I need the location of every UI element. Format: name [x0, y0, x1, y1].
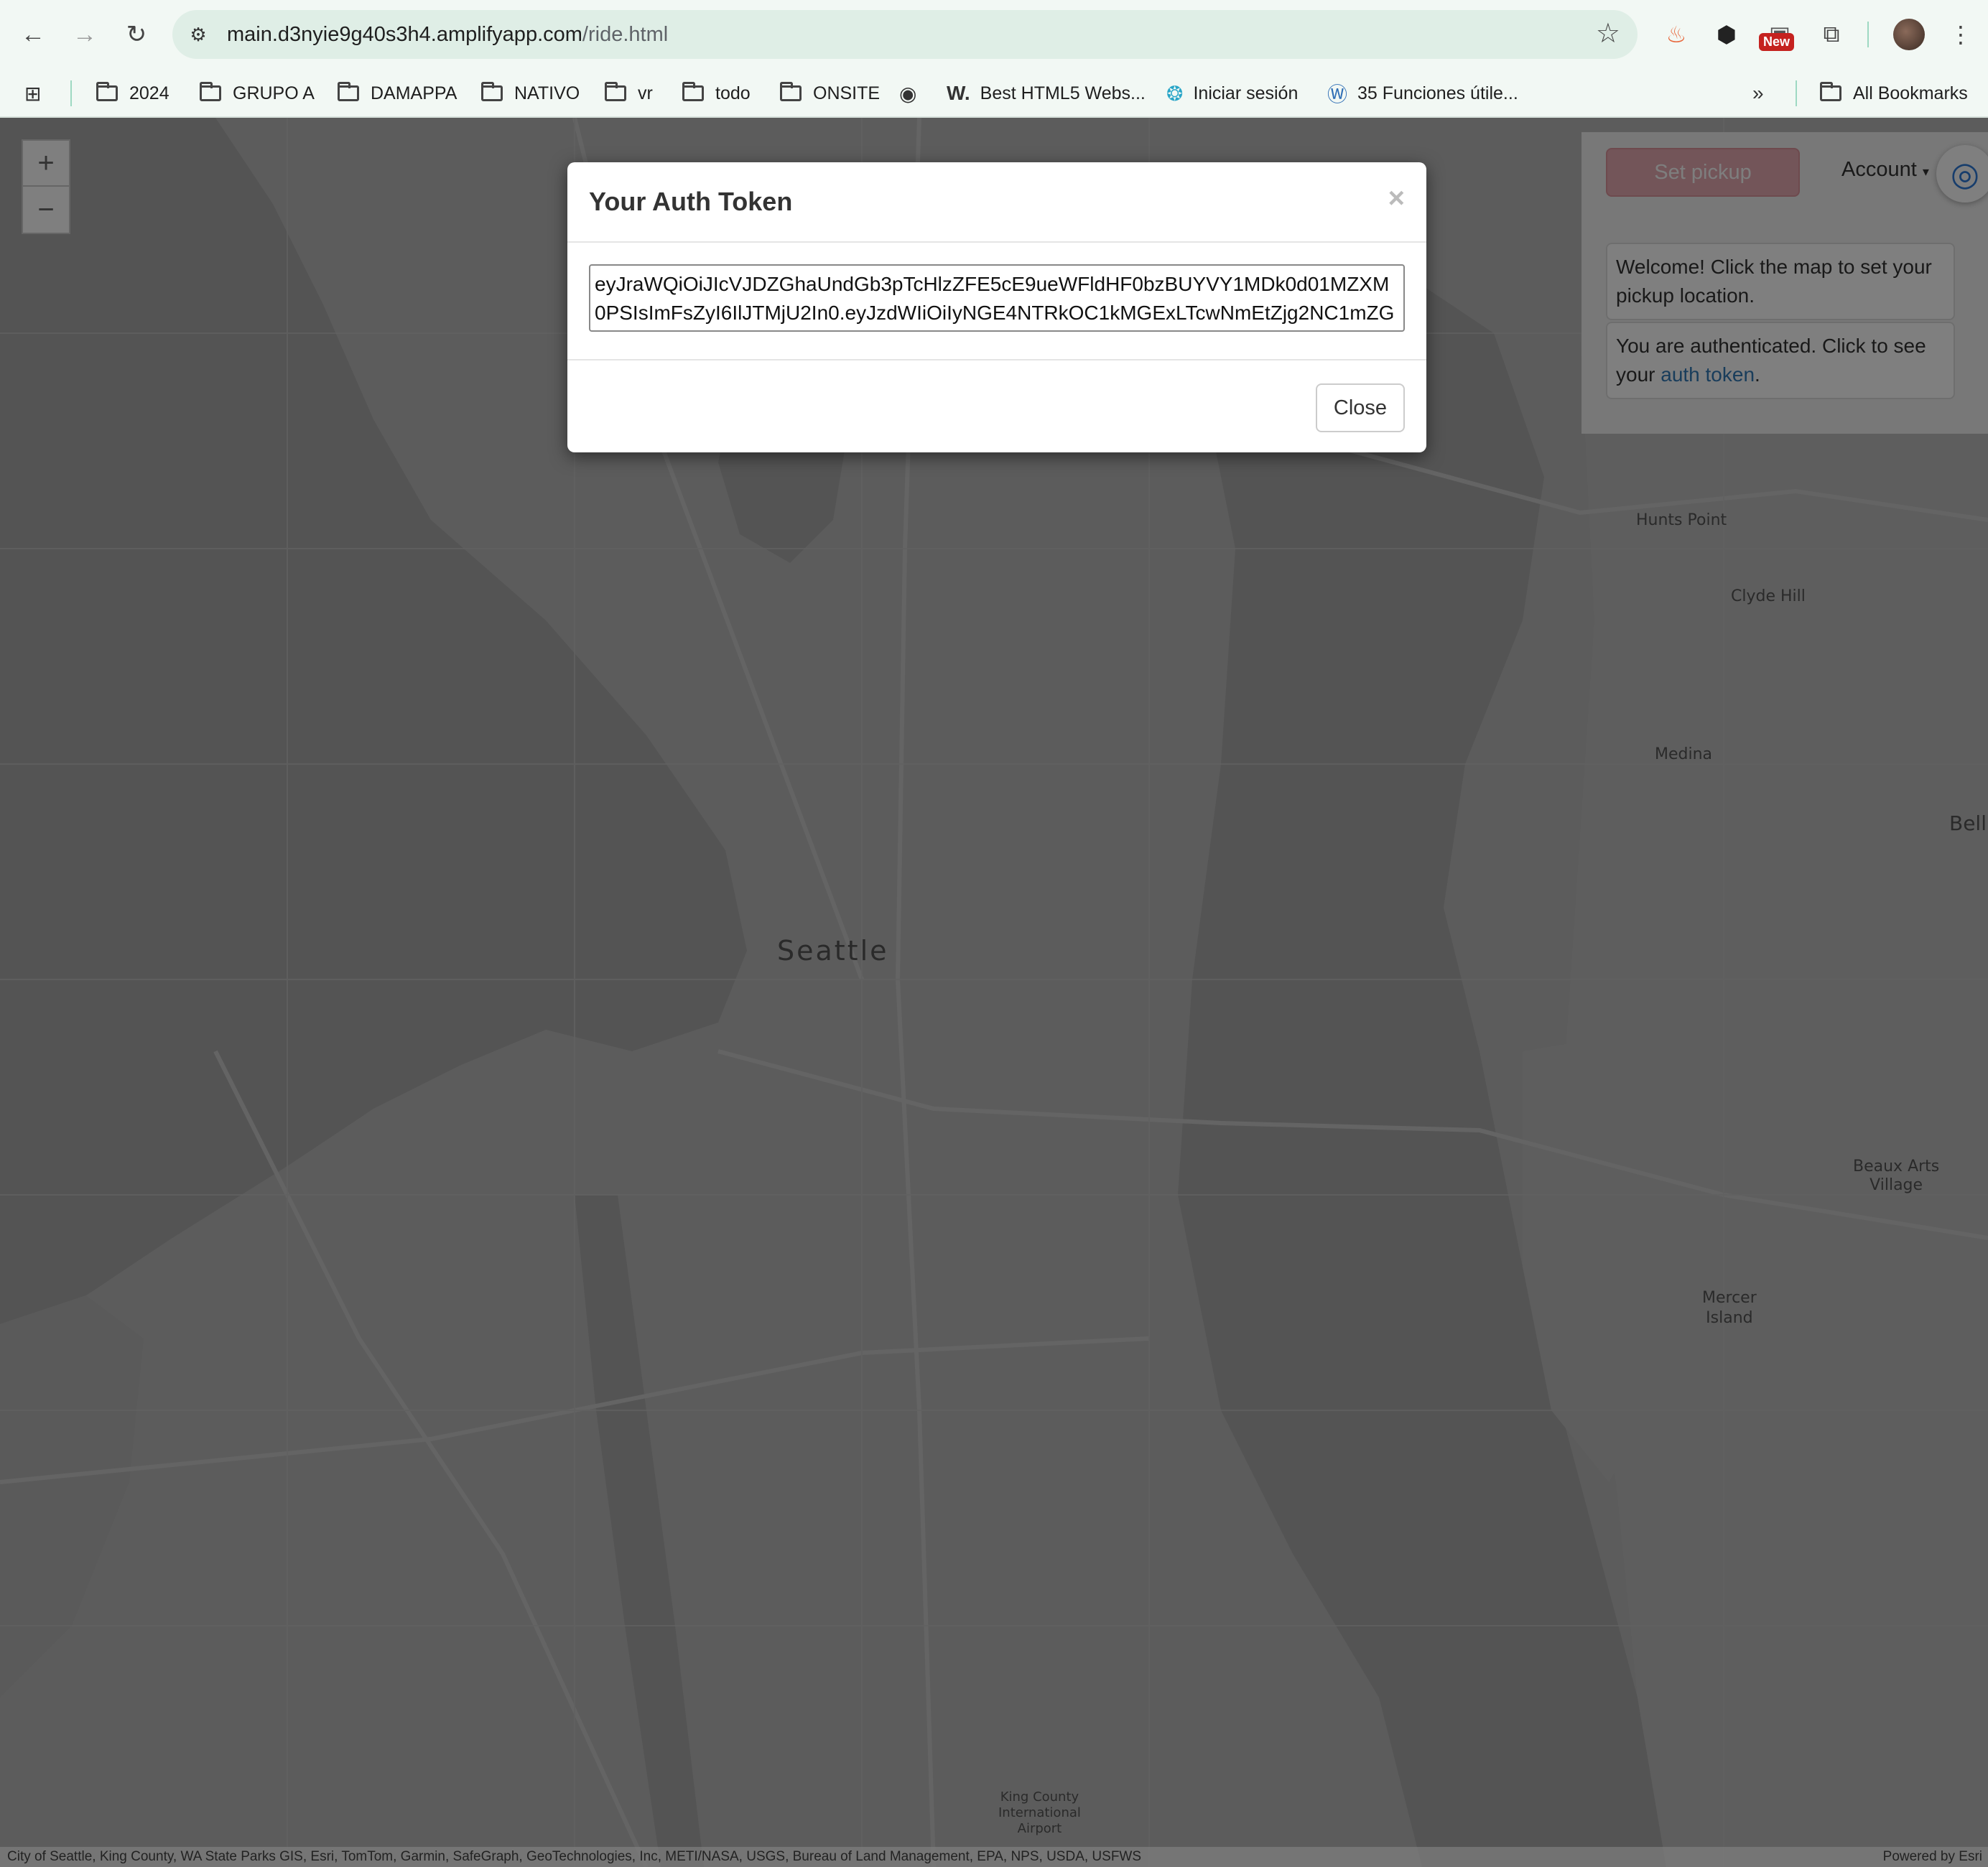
bookmark-2024[interactable]: 2024 — [96, 69, 169, 118]
brain-icon: ❂ — [1166, 82, 1184, 105]
folder-icon — [481, 82, 503, 101]
auth-token-modal: Your Auth Token × eyJraWQiOiJIcVJDZGhaUn… — [567, 162, 1426, 452]
browser-toolbar: ← → ↻ ⚙ main.d3nyie9g40s3h4.amplifyapp.c… — [0, 0, 1988, 69]
extensions-puzzle-icon[interactable]: ⧉ — [1814, 17, 1849, 52]
bookmark-nativo[interactable]: NATIVO — [481, 69, 580, 118]
bookmarks-divider — [70, 80, 72, 106]
close-icon[interactable]: × — [1388, 182, 1405, 215]
modal-header: Your Auth Token × — [567, 162, 1426, 243]
new-badge: New — [1759, 33, 1795, 51]
bookmark-damappa[interactable]: DAMAPPA — [338, 69, 457, 118]
bookmarks-divider — [1796, 80, 1797, 106]
modal-title: Your Auth Token — [589, 187, 793, 216]
chevron-double-right-icon[interactable]: » — [1752, 69, 1774, 118]
fire-extension-icon[interactable]: ♨ — [1659, 17, 1694, 52]
profile-avatar[interactable] — [1893, 19, 1925, 50]
folder-icon — [200, 82, 221, 101]
apps-grid-icon[interactable]: ⊞ — [24, 69, 51, 118]
auth-token-textarea[interactable]: eyJraWQiOiJIcVJDZGhaUndGb3pTcHlzZFE5cE9u… — [589, 264, 1405, 332]
back-arrow-icon[interactable]: ← — [13, 14, 53, 55]
folder-icon — [682, 82, 704, 101]
w-logo-icon: W. — [947, 82, 970, 104]
forward-arrow-icon[interactable]: → — [65, 14, 105, 55]
bookmark-onsite[interactable]: ONSITE — [780, 69, 880, 118]
folder-icon — [338, 82, 359, 101]
site-settings-icon[interactable]: ⚙ — [182, 19, 214, 50]
bookmarks-bar: ⊞ 2024 GRUPO A DAMAPPA NATIVO vr todo ON… — [0, 69, 1988, 118]
bookmark-grupo-a[interactable]: GRUPO A — [200, 69, 315, 118]
folder-icon — [96, 82, 118, 101]
address-bar[interactable]: ⚙ main.d3nyie9g40s3h4.amplifyapp.com/rid… — [172, 10, 1638, 59]
url-text[interactable]: main.d3nyie9g40s3h4.amplifyapp.com/ride.… — [227, 23, 668, 47]
folder-icon — [780, 82, 802, 101]
bookmark-iniciar-sesion[interactable]: ❂ Iniciar sesión — [1166, 69, 1298, 118]
close-button[interactable]: Close — [1316, 383, 1405, 432]
globe-icon[interactable]: ◉ — [899, 69, 926, 118]
toolbar-divider — [1867, 22, 1869, 47]
bookmark-vr[interactable]: vr — [605, 69, 653, 118]
cube-extension-icon[interactable]: ⬢ — [1709, 17, 1744, 52]
bookmark-star-icon[interactable]: ☆ — [1596, 17, 1620, 50]
wp-logo-icon: Ⓦ — [1327, 83, 1348, 106]
folder-icon — [605, 82, 626, 101]
modal-footer: Close — [567, 359, 1426, 452]
folder-icon — [1820, 82, 1841, 101]
bookmark-todo[interactable]: todo — [682, 69, 751, 118]
reload-icon[interactable]: ↻ — [116, 14, 157, 55]
bookmark-best-html5[interactable]: W. Best HTML5 Webs... — [947, 69, 1146, 118]
bookmark-all-bookmarks[interactable]: All Bookmarks — [1820, 69, 1968, 118]
bookmark-35-funciones[interactable]: Ⓦ 35 Funciones útile... — [1327, 69, 1518, 118]
kebab-menu-icon[interactable]: ⋮ — [1943, 17, 1978, 52]
